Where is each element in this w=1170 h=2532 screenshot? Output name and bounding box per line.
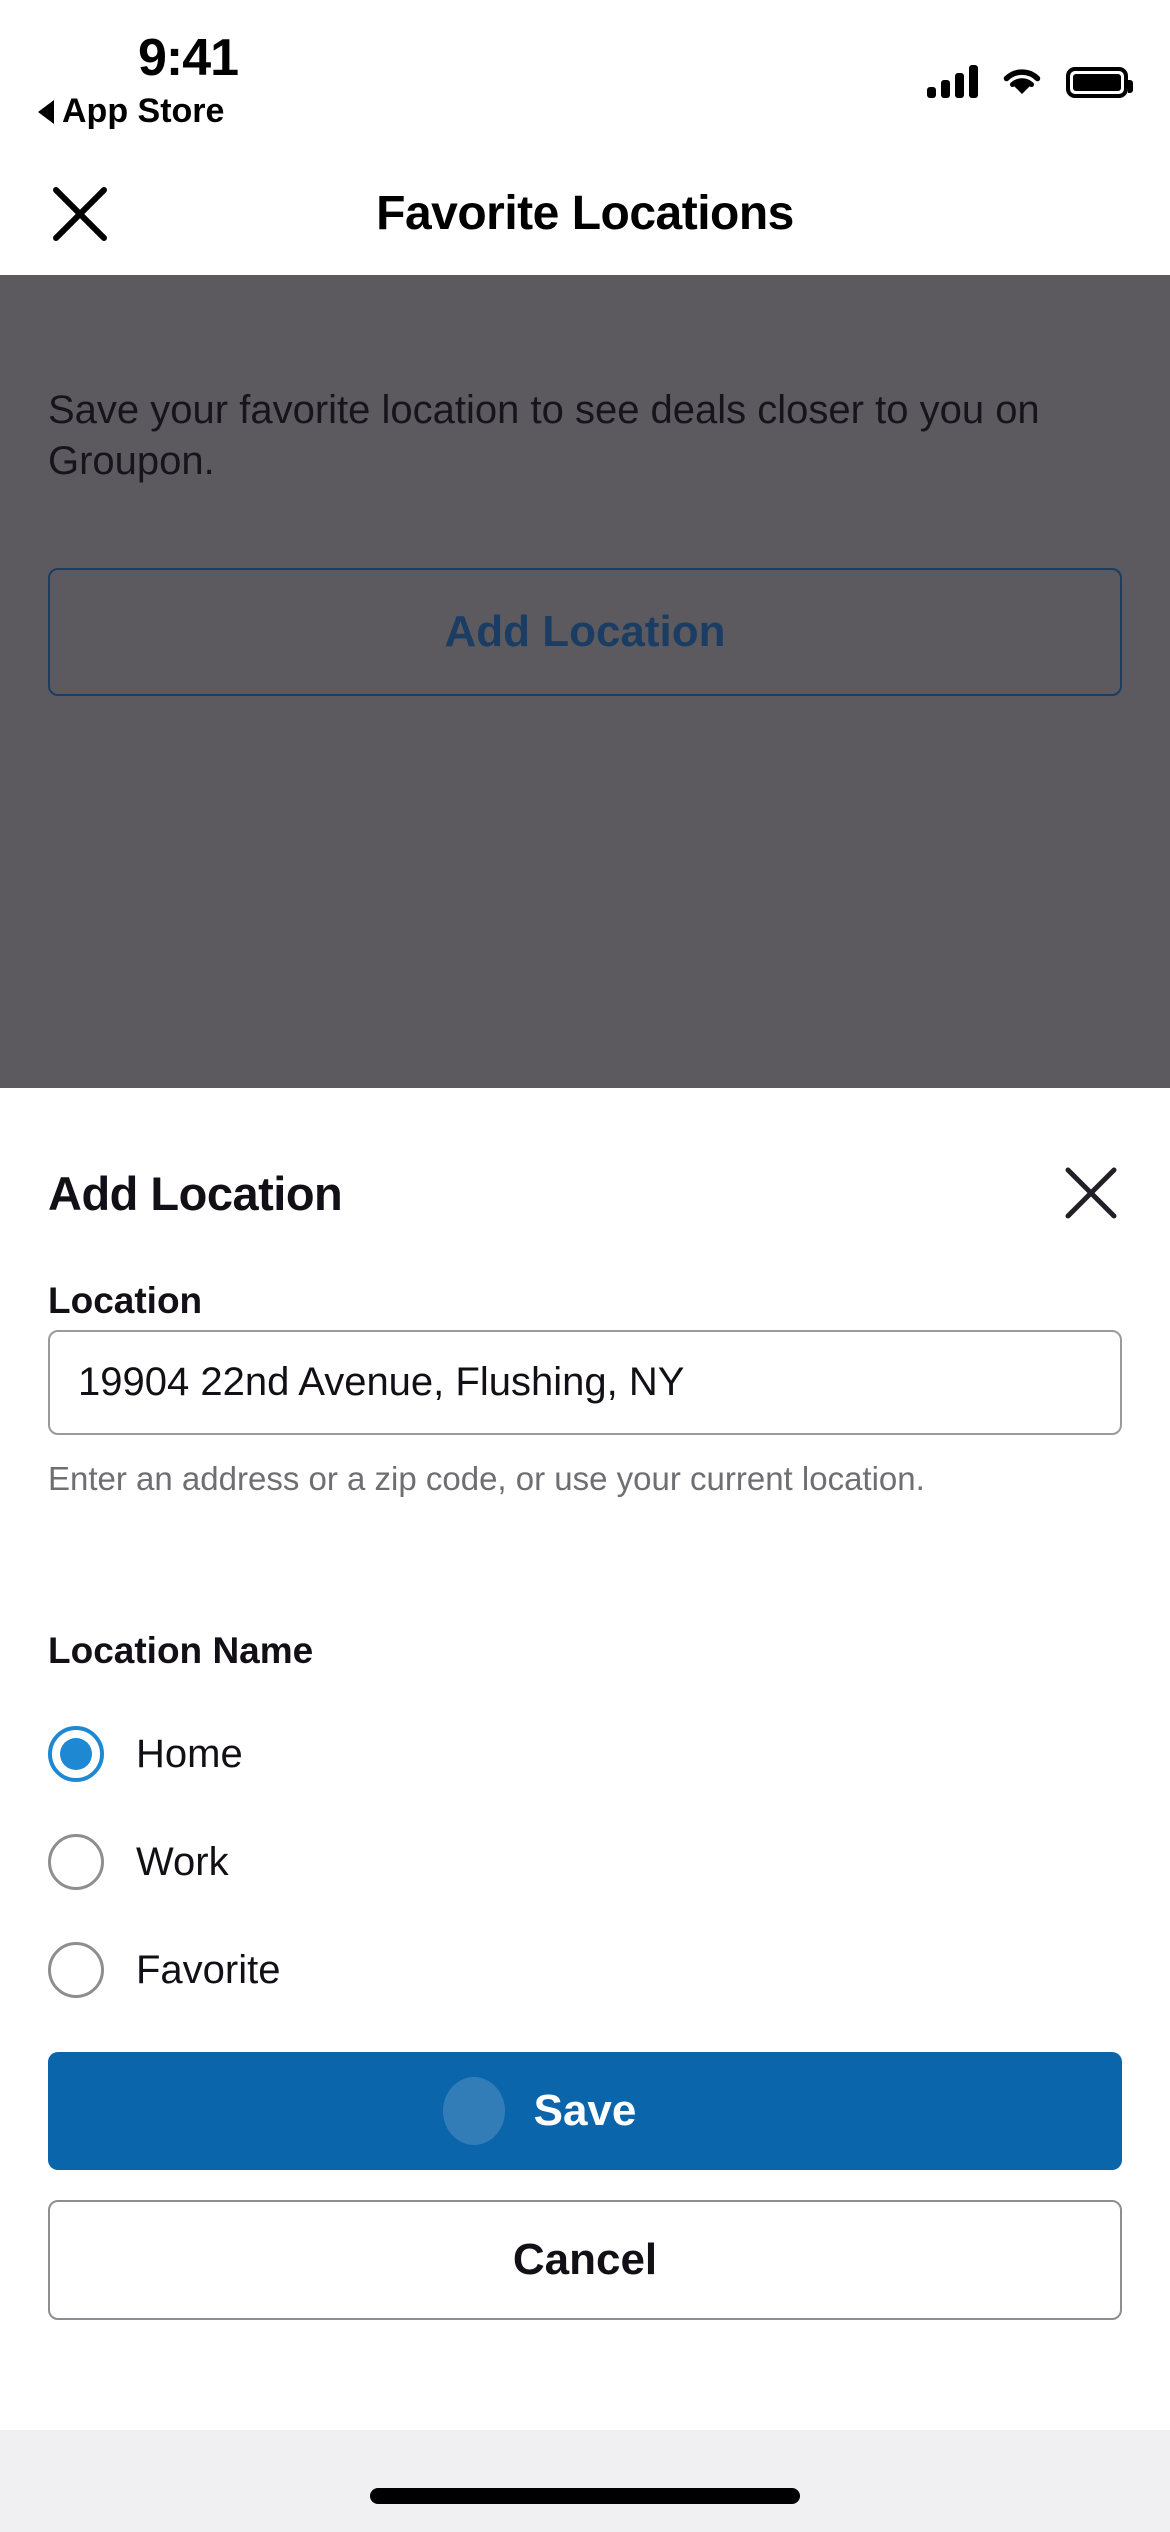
radio-icon: [48, 1726, 104, 1782]
cancel-button[interactable]: Cancel: [48, 2200, 1122, 2320]
save-button[interactable]: Save: [48, 2052, 1122, 2170]
location-name-label: Location Name: [48, 1630, 314, 1671]
radio-label: Work: [136, 1839, 229, 1884]
radio-label: Home: [136, 1731, 243, 1776]
wifi-icon: [1000, 64, 1044, 98]
location-input[interactable]: [48, 1330, 1122, 1435]
radio-option-favorite[interactable]: Favorite: [48, 1916, 748, 2024]
radio-icon: [48, 1834, 104, 1890]
home-indicator[interactable]: [370, 2488, 800, 2504]
back-to-app-store[interactable]: App Store: [38, 92, 224, 131]
battery-icon: [1066, 67, 1133, 98]
radio-label: Favorite: [136, 1947, 281, 1992]
back-app-label: App Store: [62, 92, 225, 130]
bottom-safe-area: [0, 2430, 1170, 2532]
status-icons: [927, 48, 1133, 98]
radio-option-work[interactable]: Work: [48, 1808, 748, 1916]
location-name-radio-group: Home Work Favorite: [48, 1700, 748, 2024]
favorite-locations-description: Save your favorite location to see deals…: [48, 388, 1040, 484]
sheet-close-icon[interactable]: [1060, 1162, 1122, 1224]
background-page-dimmed: Save your favorite location to see deals…: [0, 275, 1170, 1088]
phone-screen: 9:41 App Store Favorite Locations Save y…: [0, 0, 1170, 2532]
sheet-title: Add Location: [48, 1167, 343, 1220]
nav-header: Favorite Locations: [0, 150, 1170, 275]
cellular-signal-icon: [927, 64, 978, 98]
add-location-button[interactable]: Add Location: [48, 568, 1122, 696]
radio-option-home[interactable]: Home: [48, 1700, 748, 1808]
location-field-label: Location: [48, 1280, 203, 1321]
status-time: 9:41: [138, 29, 239, 87]
touch-ripple-indicator: [443, 2077, 505, 2145]
location-help-text: Enter an address or a zip code, or use y…: [48, 1460, 925, 1497]
back-triangle-icon: [38, 99, 54, 124]
save-button-label: Save: [533, 2086, 637, 2135]
status-bar: 9:41 App Store: [0, 0, 1170, 150]
radio-icon: [48, 1942, 104, 1998]
page-title: Favorite Locations: [376, 187, 794, 240]
sheet-header: Add Location: [0, 1166, 1170, 1246]
cancel-button-label: Cancel: [512, 2235, 658, 2284]
